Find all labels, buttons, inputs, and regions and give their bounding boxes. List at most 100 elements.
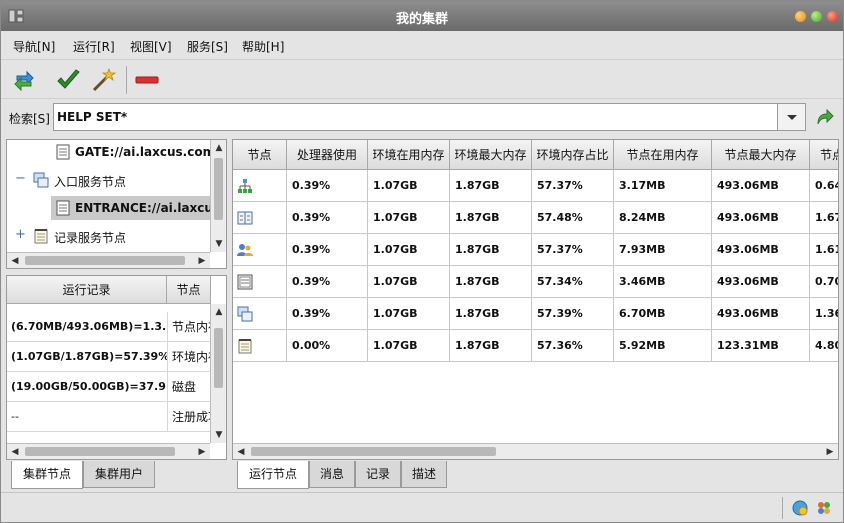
users-icon	[237, 244, 253, 256]
log-vertical-scrollbar[interactable]: ▲ ▼	[210, 304, 226, 443]
tab-cluster-nodes[interactable]: 集群节点	[11, 461, 83, 489]
cell-node-ratio: 4.80	[810, 330, 838, 362]
log-record: --	[7, 402, 167, 432]
tree-vertical-scrollbar[interactable]: ▲ ▼	[210, 140, 226, 252]
title-bar: 我的集群	[1, 1, 843, 31]
menu-help[interactable]: 帮助[H]	[242, 38, 284, 55]
scroll-right-icon[interactable]: ▶	[194, 444, 210, 459]
grid-header-node-max[interactable]: 节点最大内存	[712, 140, 810, 170]
scroll-left-icon[interactable]: ◀	[233, 444, 249, 459]
scroll-thumb[interactable]	[214, 328, 223, 388]
search-row: 检索[S]	[1, 100, 843, 134]
scroll-left-icon[interactable]: ◀	[7, 253, 23, 268]
grid-header-env-used[interactable]: 环境在用内存	[368, 140, 450, 170]
cell-node-used: 3.17MB	[614, 170, 712, 202]
menu-run[interactable]: 运行[R]	[73, 38, 115, 55]
tree-item-label: ENTRANCE://ai.laxcus.	[75, 201, 225, 215]
checkmark-icon	[57, 69, 80, 89]
menu-bar: 导航[N] 运行[R] 视图[V] 服务[S] 帮助[H]	[1, 31, 843, 59]
cell-node-ratio: 1.36	[810, 298, 838, 330]
tab-cluster-users[interactable]: 集群用户	[83, 461, 155, 488]
scroll-left-icon[interactable]: ◀	[7, 444, 23, 459]
network-tree-icon	[238, 179, 252, 193]
tab-records[interactable]: 记录	[355, 461, 401, 488]
grid-header-env-ratio[interactable]: 环境内存占比	[532, 140, 614, 170]
log-desc: 节点内存	[167, 312, 211, 342]
cell-node-max: 493.06MB	[712, 202, 810, 234]
users-status-icon[interactable]	[815, 499, 833, 517]
scroll-right-icon[interactable]: ▶	[194, 253, 210, 268]
cell-env-ratio: 57.37%	[532, 234, 614, 266]
cell-env-used: 1.07GB	[368, 170, 450, 202]
cluster-tree: GATE://ai.laxcus.com:6 − 入口服务节点 ENTRANCE…	[6, 139, 227, 269]
cell-cpu: 0.39%	[287, 170, 368, 202]
cell-env-max: 1.87GB	[450, 266, 532, 298]
log-header-record[interactable]: 运行记录	[7, 276, 167, 304]
toolbar	[1, 59, 843, 99]
scroll-thumb[interactable]	[251, 447, 496, 456]
tree-item-label: GATE://ai.laxcus.com:6	[75, 145, 227, 159]
scroll-down-icon[interactable]: ▼	[211, 236, 226, 252]
log-record: (1.07GB/1.87GB)=57.39%	[7, 342, 167, 372]
grid-header-node-ratio[interactable]: 节点	[810, 140, 838, 170]
status-bar	[1, 492, 843, 522]
grid-header-env-max[interactable]: 环境最大内存	[450, 140, 532, 170]
log-desc: 注册成功	[167, 402, 211, 432]
network-status-icon[interactable]	[791, 499, 809, 517]
grid-header-node-used[interactable]: 节点在用内存	[614, 140, 712, 170]
maximize-button[interactable]	[811, 11, 822, 22]
grid-horizontal-scrollbar[interactable]: ◀ ▶	[233, 443, 838, 459]
tab-description[interactable]: 描述	[401, 461, 447, 488]
scroll-up-icon[interactable]: ▲	[211, 304, 226, 320]
scroll-thumb[interactable]	[25, 256, 185, 265]
search-go-button[interactable]	[815, 107, 835, 127]
expand-icon[interactable]: +	[15, 227, 26, 242]
document-icon	[56, 200, 70, 216]
table-row-icon-cell	[233, 234, 287, 266]
wizard-button[interactable]	[89, 66, 117, 94]
tab-messages[interactable]: 消息	[309, 461, 355, 488]
tab-running-nodes[interactable]: 运行节点	[237, 461, 309, 489]
grid-header-cpu[interactable]: 处理器使用	[287, 140, 368, 170]
menu-service[interactable]: 服务[S]	[187, 38, 228, 55]
close-button[interactable]	[827, 11, 838, 22]
confirm-button[interactable]	[54, 66, 82, 94]
scroll-right-icon[interactable]: ▶	[822, 444, 838, 459]
cell-node-max: 493.06MB	[712, 234, 810, 266]
remove-button[interactable]	[133, 66, 161, 94]
cell-cpu: 0.39%	[287, 266, 368, 298]
scroll-thumb[interactable]	[214, 158, 223, 220]
tree-item-record-group[interactable]: + 记录服务节点	[7, 224, 210, 248]
cell-node-max: 493.06MB	[712, 298, 810, 330]
table-row-icon-cell	[233, 266, 287, 298]
menu-view[interactable]: 视图[V]	[130, 38, 172, 55]
cell-cpu: 0.39%	[287, 234, 368, 266]
tree-item-entrance[interactable]: ENTRANCE://ai.laxcus.	[51, 196, 225, 220]
menu-navigate[interactable]: 导航[N]	[13, 38, 55, 55]
log-record: (19.00GB/50.00GB)=37.9...	[7, 372, 167, 402]
cell-node-max: 493.06MB	[712, 266, 810, 298]
search-combobox[interactable]	[53, 103, 806, 131]
log-record: (6.70MB/493.06MB)=1.3...	[7, 312, 167, 342]
log-header-node[interactable]: 节点	[167, 276, 211, 304]
tree-item-entrance-group[interactable]: − 入口服务节点	[7, 168, 210, 192]
grid-header-node[interactable]: 节点	[233, 140, 287, 170]
tree-item-gate[interactable]: GATE://ai.laxcus.com:6	[7, 140, 226, 164]
window-title: 我的集群	[395, 12, 448, 27]
search-input[interactable]	[54, 104, 777, 130]
cell-env-max: 1.87GB	[450, 298, 532, 330]
scroll-down-icon[interactable]: ▼	[211, 427, 226, 443]
cell-node-used: 3.46MB	[614, 266, 712, 298]
cell-env-ratio: 57.39%	[532, 298, 614, 330]
tree-horizontal-scrollbar[interactable]: ◀ ▶	[7, 252, 210, 268]
log-horizontal-scrollbar[interactable]: ◀ ▶	[7, 443, 210, 459]
scroll-up-icon[interactable]: ▲	[211, 140, 226, 156]
cell-node-used: 7.93MB	[614, 234, 712, 266]
cell-env-max: 1.87GB	[450, 170, 532, 202]
minimize-button[interactable]	[795, 11, 806, 22]
refresh-button[interactable]	[10, 66, 38, 94]
table-row-icon-cell	[233, 202, 287, 234]
collapse-icon[interactable]: −	[15, 171, 26, 186]
search-dropdown-button[interactable]	[777, 104, 805, 130]
scroll-thumb[interactable]	[25, 447, 175, 456]
